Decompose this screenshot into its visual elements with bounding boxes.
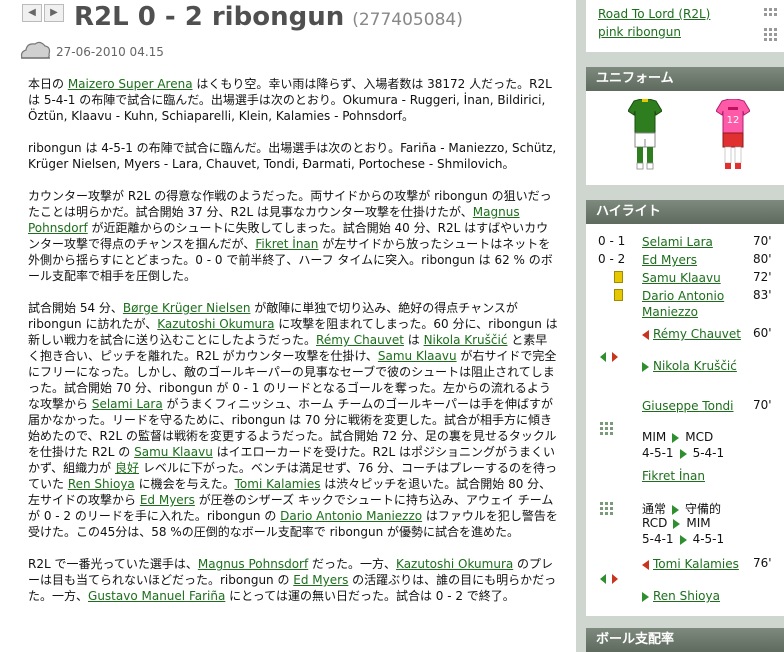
player-link[interactable]: Samu Klaavu bbox=[378, 349, 457, 363]
substitution-icon bbox=[600, 352, 618, 362]
player-link[interactable]: Dario Antonio Maniezzo bbox=[280, 509, 422, 523]
team-link-away[interactable]: pink ribongun bbox=[598, 25, 681, 39]
arrow-right-icon bbox=[679, 534, 687, 545]
yellow-card-icon bbox=[614, 271, 623, 283]
yellow-card-icon bbox=[614, 289, 623, 301]
sub-out-player-link[interactable]: Rémy Chauvet bbox=[653, 327, 741, 341]
highlights-box: ハイライト 0 - 1 Selami Lara 70' 0 - 2 Ed Mye… bbox=[586, 200, 784, 616]
tactic-player-link[interactable]: Fikret İnan bbox=[642, 468, 754, 484]
nav-buttons: ◀ ▶ bbox=[22, 4, 66, 22]
goal-score: 0 - 2 bbox=[598, 252, 626, 266]
arrow-right-icon bbox=[672, 504, 680, 515]
sidebar: Road To Lord (R2L) pink ribongun ユニフォーム … bbox=[576, 0, 784, 652]
sub-minute: 60' bbox=[753, 326, 772, 340]
player-link[interactable]: Børge Krüger Nielsen bbox=[123, 301, 251, 315]
card-player-link[interactable]: Dario Antonio Maniezzo bbox=[642, 288, 754, 320]
arrow-right-icon bbox=[673, 518, 681, 529]
player-link[interactable]: Kazutoshi Okumura bbox=[396, 557, 513, 571]
tactic-change-row: 4-5-1 5-4-1 bbox=[642, 446, 725, 460]
tactic-minute: 70' bbox=[753, 398, 772, 412]
possession-header: ボール支配率 bbox=[586, 628, 784, 652]
sub-out: Tomi Kalamies bbox=[642, 556, 754, 572]
paragraph-5: R2L で一番光っていた選手は、Magnus Pohnsdorf だった。一方、… bbox=[28, 557, 557, 603]
tactic-change-row: 5-4-1 4-5-1 bbox=[642, 532, 725, 546]
tactic-change-icon bbox=[600, 422, 614, 436]
uniform-box: ユニフォーム 12 bbox=[586, 67, 784, 185]
next-arrow-icon[interactable]: ▶ bbox=[44, 4, 64, 22]
player-link[interactable]: Tomi Kalamies bbox=[235, 477, 321, 491]
arrow-out-icon bbox=[642, 329, 649, 340]
card-minute: 72' bbox=[753, 270, 772, 284]
player-link[interactable]: Gustavo Manuel Fariña bbox=[88, 589, 225, 603]
possession-box: ボール支配率 bbox=[586, 628, 784, 652]
paragraph-1: 本日の Maizero Super Arena はくもり空。幸い雨は降らず、入場… bbox=[28, 77, 552, 123]
card-minute: 83' bbox=[753, 288, 772, 302]
player-link[interactable]: Kazutoshi Okumura bbox=[157, 317, 274, 331]
sub-in-player-link[interactable]: Nikola Kruščić bbox=[653, 359, 737, 373]
sub-minute: 76' bbox=[753, 556, 772, 570]
prev-arrow-icon[interactable]: ◀ bbox=[22, 4, 42, 22]
goal-minute: 70' bbox=[753, 234, 772, 248]
tactic-change-icon bbox=[600, 502, 614, 516]
rating-link[interactable]: 良好 bbox=[115, 461, 139, 475]
player-link[interactable]: Magnus Pohnsdorf bbox=[198, 557, 308, 571]
substitution-icon bbox=[600, 574, 618, 584]
highlights-header: ハイライト bbox=[586, 200, 784, 224]
page-title: R2L 0 - 2 ribongun (277405084) bbox=[74, 2, 463, 32]
uniform-header: ユニフォーム bbox=[586, 67, 784, 91]
away-kit-number: 12 bbox=[727, 115, 740, 126]
sub-in: Nikola Kruščić bbox=[642, 358, 754, 374]
dots-icon bbox=[764, 8, 778, 22]
paragraph-2: ribongun は 4-5-1 の布陣で試合に臨んだ。出場選手は次のとおり。F… bbox=[28, 141, 557, 171]
card-player-link[interactable]: Samu Klaavu bbox=[642, 270, 754, 286]
paragraph-3: カウンター攻撃が R2L の得意な作戦のようだった。両サイドからの攻撃が rib… bbox=[28, 189, 553, 283]
player-link[interactable]: Ren Shioya bbox=[68, 477, 135, 491]
sub-out: Rémy Chauvet bbox=[642, 326, 754, 342]
player-link[interactable]: Nikola Kruščić bbox=[424, 333, 508, 347]
arrow-right-icon bbox=[672, 432, 680, 443]
goal-minute: 80' bbox=[753, 252, 772, 266]
player-link[interactable]: Rémy Chauvet bbox=[316, 333, 404, 347]
goal-score: 0 - 1 bbox=[598, 234, 626, 248]
tactic-change-row: MIM MCD bbox=[642, 430, 714, 444]
team-link-home[interactable]: Road To Lord (R2L) bbox=[598, 7, 710, 21]
paragraph-4: 試合開始 54 分、Børge Krüger Nielsen が敵陣に単独で切り… bbox=[28, 301, 558, 539]
sub-in: Ren Shioya bbox=[642, 588, 754, 604]
player-link[interactable]: Ed Myers bbox=[293, 573, 348, 587]
goal-scorer-link[interactable]: Ed Myers bbox=[642, 252, 754, 268]
tactic-player-link[interactable]: Giuseppe Tondi bbox=[642, 398, 754, 414]
match-id: (277405084) bbox=[352, 10, 463, 30]
player-link[interactable]: Fikret İnan bbox=[255, 237, 318, 251]
player-link[interactable]: Samu Klaavu bbox=[134, 445, 213, 459]
sub-out-player-link[interactable]: Tomi Kalamies bbox=[653, 557, 739, 571]
match-report: ◀ ▶ R2L 0 - 2 ribongun (277405084) 27-06-2… bbox=[0, 0, 576, 652]
sub-in-player-link[interactable]: Ren Shioya bbox=[653, 589, 720, 603]
player-link[interactable]: Ed Myers bbox=[140, 493, 195, 507]
team-links-box: Road To Lord (R2L) pink ribongun bbox=[586, 0, 784, 52]
tactic-change-row: RCD MIM bbox=[642, 516, 711, 530]
away-kit-icon: 12 bbox=[716, 99, 750, 169]
player-link[interactable]: Selami Lara bbox=[92, 397, 163, 411]
cloud-icon bbox=[20, 41, 51, 59]
arrow-out-icon bbox=[642, 559, 649, 570]
stadium-link[interactable]: Maizero Super Arena bbox=[68, 77, 193, 91]
home-kit-icon bbox=[628, 99, 662, 170]
match-date: 27-06-2010 04.15 bbox=[56, 45, 164, 59]
arrow-in-icon bbox=[642, 591, 649, 602]
arrow-in-icon bbox=[642, 361, 649, 372]
arrow-right-icon bbox=[679, 448, 687, 459]
article-body: 本日の Maizero Super Arena はくもり空。幸い雨は降らず、入場… bbox=[28, 76, 558, 620]
tactic-change-row: 通常 守備的 bbox=[642, 502, 722, 516]
goal-scorer-link[interactable]: Selami Lara bbox=[642, 234, 754, 250]
dots-icon bbox=[764, 28, 778, 42]
